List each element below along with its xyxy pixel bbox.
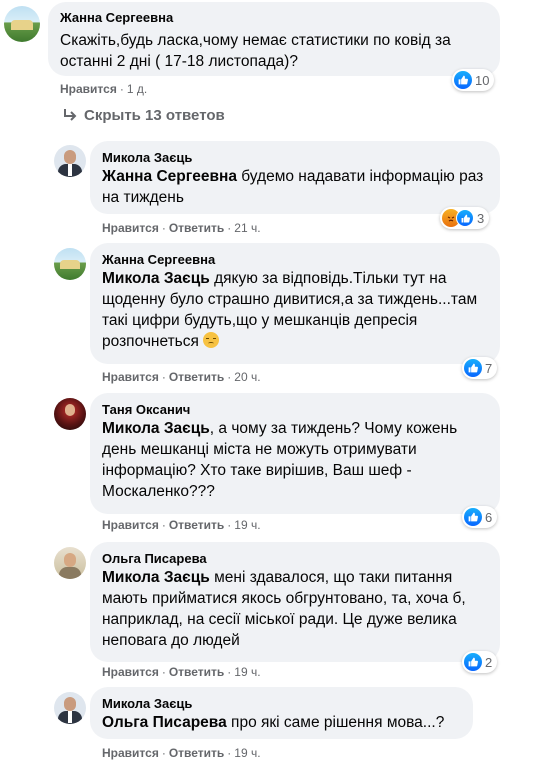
reply-text: Жанна Сергеевна будемо надавати інформац… bbox=[102, 168, 484, 206]
reply-bubble: Ольга Писарева Микола Заєць мені здавало… bbox=[90, 542, 500, 662]
reply-text: Ольга Писарева про які саме рішення мова… bbox=[102, 714, 445, 731]
hide-replies-button[interactable]: Скрыть 13 ответов bbox=[60, 106, 225, 124]
reaction-summary[interactable]: 7 bbox=[462, 357, 498, 379]
reply-actions: Нравится · Ответить · 19 ч. bbox=[102, 665, 261, 679]
reply-button[interactable]: Ответить bbox=[169, 518, 224, 532]
reply-actions: Нравится · Ответить · 19 ч. bbox=[102, 746, 261, 760]
mention-link[interactable]: Микола Заєць bbox=[102, 569, 210, 586]
comment-actions: Нравится · 1 д. bbox=[60, 82, 148, 96]
reply-text: Микола Заєць мені здавалося, що таки пит… bbox=[102, 569, 466, 649]
reply-bubble: Жанна Сергеевна Микола Заєць дякую за ві… bbox=[90, 243, 500, 364]
timestamp[interactable]: 20 ч. bbox=[234, 370, 260, 384]
mention-link[interactable]: Ольга Писарева bbox=[102, 714, 227, 731]
like-icon bbox=[464, 359, 482, 377]
reply-button[interactable]: Ответить bbox=[169, 665, 224, 679]
reaction-count: 3 bbox=[477, 210, 485, 226]
avatar[interactable] bbox=[54, 692, 86, 724]
reply-actions: Нравится · Ответить · 20 ч. bbox=[102, 370, 261, 384]
like-button[interactable]: Нравится bbox=[102, 665, 159, 679]
comment-author[interactable]: Жанна Сергеевна bbox=[60, 9, 488, 26]
reply-actions: Нравится · Ответить · 19 ч. bbox=[102, 518, 261, 532]
reply-text: Микола Заєць дякую за відповідь.Тільки т… bbox=[102, 270, 478, 350]
timestamp[interactable]: 1 д. bbox=[127, 82, 147, 96]
collapse-arrow-icon bbox=[64, 109, 77, 121]
sad-face-icon bbox=[203, 332, 220, 348]
reply-author[interactable]: Таня Оксанич bbox=[102, 401, 488, 418]
mention-link[interactable]: Микола Заєць bbox=[102, 270, 210, 287]
reply-author[interactable]: Жанна Сергеевна bbox=[102, 251, 488, 268]
reply-author[interactable]: Микола Заєць bbox=[102, 695, 461, 712]
timestamp[interactable]: 19 ч. bbox=[234, 665, 260, 679]
reply-bubble: Таня Оксанич Микола Заєць, а чому за тиж… bbox=[90, 393, 500, 514]
avatar[interactable] bbox=[54, 248, 86, 280]
avatar[interactable] bbox=[54, 547, 86, 579]
reply-bubble: Микола Заєць Жанна Сергеевна будемо нада… bbox=[90, 141, 500, 214]
timestamp[interactable]: 21 ч. bbox=[234, 221, 260, 235]
reply-text: Микола Заєць, а чому за тиждень? Чому ко… bbox=[102, 420, 458, 500]
reaction-summary[interactable]: 3 bbox=[440, 207, 490, 229]
like-button[interactable]: Нравится bbox=[102, 370, 159, 384]
like-icon bbox=[454, 71, 472, 89]
like-button[interactable]: Нравится bbox=[102, 518, 159, 532]
avatar[interactable] bbox=[54, 145, 86, 177]
reaction-count: 10 bbox=[475, 72, 490, 88]
reply-author[interactable]: Ольга Писарева bbox=[102, 550, 488, 567]
timestamp[interactable]: 19 ч. bbox=[234, 518, 260, 532]
like-icon bbox=[464, 508, 482, 526]
reply-author[interactable]: Микола Заєць bbox=[102, 149, 488, 166]
like-button[interactable]: Нравится bbox=[60, 82, 117, 96]
comment-bubble: Жанна Сергеевна Скажіть,будь ласка,чому … bbox=[48, 2, 500, 76]
timestamp[interactable]: 19 ч. bbox=[234, 746, 260, 760]
reply-button[interactable]: Ответить bbox=[169, 221, 224, 235]
like-icon bbox=[464, 653, 482, 671]
mention-link[interactable]: Микола Заєць bbox=[102, 420, 210, 437]
reply-button[interactable]: Ответить bbox=[169, 370, 224, 384]
reaction-count: 6 bbox=[485, 509, 493, 525]
reaction-summary[interactable]: 10 bbox=[452, 69, 495, 91]
reply-button[interactable]: Ответить bbox=[169, 746, 224, 760]
reply-bubble: Микола Заєць Ольга Писарева про які саме… bbox=[90, 687, 473, 739]
like-icon bbox=[456, 209, 474, 227]
avatar[interactable] bbox=[4, 6, 40, 42]
hide-replies-label: Скрыть 13 ответов bbox=[84, 106, 225, 124]
avatar[interactable] bbox=[54, 398, 86, 430]
like-button[interactable]: Нравится bbox=[102, 746, 159, 760]
mention-link[interactable]: Жанна Сергеевна bbox=[102, 168, 237, 185]
reaction-summary[interactable]: 6 bbox=[462, 506, 498, 528]
reply-actions: Нравится · Ответить · 21 ч. bbox=[102, 221, 261, 235]
like-button[interactable]: Нравится bbox=[102, 221, 159, 235]
reaction-count: 2 bbox=[485, 654, 493, 670]
reaction-summary[interactable]: 2 bbox=[462, 651, 498, 673]
reaction-count: 7 bbox=[485, 360, 493, 376]
comment-text: Скажіть,будь ласка,чому немає статистики… bbox=[60, 32, 451, 70]
